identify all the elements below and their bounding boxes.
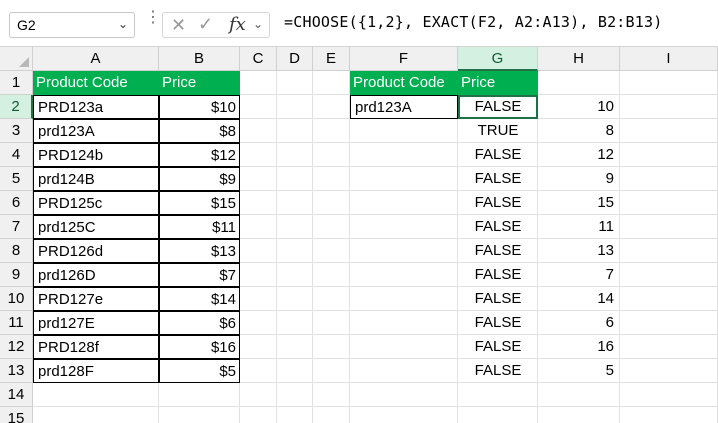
formula-input[interactable]: =CHOOSE({1,2}, EXACT(F2, A2:A13), B2:B13…: [284, 13, 662, 31]
exact-result-cell[interactable]: FALSE: [458, 215, 538, 239]
chevron-down-icon[interactable]: ⌄: [118, 17, 128, 31]
column-header-b[interactable]: B: [159, 47, 240, 71]
table-cell-price[interactable]: $8: [159, 119, 240, 143]
row-header-5[interactable]: 5: [0, 167, 33, 191]
table-cell-price[interactable]: $16: [159, 335, 240, 359]
lookup-header-price[interactable]: Price: [458, 71, 538, 95]
table-cell-product-code[interactable]: PRD125c: [33, 191, 159, 215]
price-result-cell[interactable]: 7: [538, 263, 620, 287]
chevron-down-icon[interactable]: ⌄: [253, 17, 263, 31]
row-header-9[interactable]: 9: [0, 263, 33, 287]
exact-result-cell[interactable]: FALSE: [458, 359, 538, 383]
table-cell-price[interactable]: $5: [159, 359, 240, 383]
exact-result-cell[interactable]: FALSE: [458, 143, 538, 167]
lookup-header-product-code[interactable]: Product Code: [350, 71, 458, 95]
row-header-4[interactable]: 4: [0, 143, 33, 167]
price-result-cell[interactable]: 16: [538, 335, 620, 359]
table-cell-product-code[interactable]: prd126D: [33, 263, 159, 287]
table-header-price[interactable]: Price: [159, 71, 240, 95]
price-result-cell[interactable]: 14: [538, 287, 620, 311]
column-header-e[interactable]: E: [313, 47, 350, 71]
column-header-d[interactable]: D: [277, 47, 313, 71]
exact-result-cell[interactable]: FALSE: [458, 191, 538, 215]
price-result-cell[interactable]: 12: [538, 143, 620, 167]
enter-check-icon[interactable]: ✓: [198, 14, 213, 35]
exact-result-cell[interactable]: FALSE: [458, 335, 538, 359]
row-header-8[interactable]: 8: [0, 239, 33, 263]
table-cell-product-code[interactable]: PRD123a: [33, 95, 159, 119]
price-result-cell[interactable]: 9: [538, 167, 620, 191]
table-cell-price[interactable]: $12: [159, 143, 240, 167]
table-cell-product-code[interactable]: PRD128f: [33, 335, 159, 359]
gridline-vertical: [276, 71, 277, 423]
more-options-icon[interactable]: ⋮: [145, 10, 161, 36]
select-all-icon: [19, 57, 29, 67]
exact-result-cell[interactable]: FALSE: [458, 311, 538, 335]
column-header-a[interactable]: A: [33, 47, 159, 71]
column-header-g[interactable]: G: [458, 47, 538, 71]
table-cell-product-code[interactable]: prd124B: [33, 167, 159, 191]
table-cell-price[interactable]: $13: [159, 239, 240, 263]
column-header-h[interactable]: H: [538, 47, 620, 71]
price-result-cell[interactable]: 5: [538, 359, 620, 383]
exact-result-cell[interactable]: FALSE: [458, 167, 538, 191]
column-header-f[interactable]: F: [350, 47, 458, 71]
name-box-value[interactable]: G2: [17, 17, 36, 33]
price-result-cell[interactable]: 15: [538, 191, 620, 215]
price-result-cell[interactable]: 6: [538, 311, 620, 335]
row-header-13[interactable]: 13: [0, 359, 33, 383]
row-header-15[interactable]: 15: [0, 407, 33, 423]
column-header-i[interactable]: I: [620, 47, 718, 71]
table-cell-price[interactable]: $6: [159, 311, 240, 335]
cancel-icon[interactable]: ✕: [171, 15, 186, 36]
gridline-vertical: [349, 71, 350, 423]
exact-result-cell[interactable]: FALSE: [458, 239, 538, 263]
table-cell-price[interactable]: $10: [159, 95, 240, 119]
table-cell-product-code[interactable]: prd123A: [33, 119, 159, 143]
table-cell-product-code[interactable]: PRD124b: [33, 143, 159, 167]
table-cell-price[interactable]: $14: [159, 287, 240, 311]
exact-result-cell[interactable]: FALSE: [458, 287, 538, 311]
table-cell-product-code[interactable]: prd127E: [33, 311, 159, 335]
price-result-cell[interactable]: 10: [538, 95, 620, 119]
exact-result-cell[interactable]: FALSE: [458, 263, 538, 287]
price-result-cell[interactable]: 8: [538, 119, 620, 143]
table-cell-product-code[interactable]: prd125C: [33, 215, 159, 239]
table-cell-price[interactable]: $7: [159, 263, 240, 287]
row-header-7[interactable]: 7: [0, 215, 33, 239]
table-cell-product-code[interactable]: PRD126d: [33, 239, 159, 263]
row-header-1[interactable]: 1: [0, 71, 33, 95]
row-header-14[interactable]: 14: [0, 383, 33, 407]
row-header-2[interactable]: 2: [0, 95, 33, 119]
formula-controls: ✕ ✓ fx ⌄: [162, 12, 270, 38]
insert-function-icon[interactable]: fx: [229, 14, 246, 35]
lookup-input-cell[interactable]: prd123A: [350, 95, 458, 119]
formula-bar-area: G2 ⌄ ⋮ ✕ ✓ fx ⌄ =CHOOSE({1,2}, EXACT(F2,…: [0, 0, 718, 46]
row-header-11[interactable]: 11: [0, 311, 33, 335]
exact-result-cell[interactable]: TRUE: [458, 119, 538, 143]
price-result-cell[interactable]: 13: [538, 239, 620, 263]
row-header-12[interactable]: 12: [0, 335, 33, 359]
column-header-c[interactable]: C: [240, 47, 277, 71]
name-box[interactable]: G2 ⌄: [9, 12, 135, 38]
select-all-corner[interactable]: [0, 47, 33, 71]
table-cell-price[interactable]: $11: [159, 215, 240, 239]
table-cell-price[interactable]: $15: [159, 191, 240, 215]
price-result-cell[interactable]: 11: [538, 215, 620, 239]
table-cell-price[interactable]: $9: [159, 167, 240, 191]
table-header-product-code[interactable]: Product Code: [33, 71, 159, 95]
table-cell-product-code[interactable]: prd128F: [33, 359, 159, 383]
row-header-10[interactable]: 10: [0, 287, 33, 311]
gridline-horizontal: [33, 406, 718, 407]
table-cell-product-code[interactable]: PRD127e: [33, 287, 159, 311]
row-header-3[interactable]: 3: [0, 119, 33, 143]
selected-cell-g2[interactable]: FALSE: [458, 95, 538, 119]
row-header-6[interactable]: 6: [0, 191, 33, 215]
spreadsheet-grid[interactable]: A B C D E F G H I 1 2 3 4 5 6 7 8 9 10 11 12 13 14 15 Product Co…: [0, 47, 718, 423]
gridline-vertical: [312, 71, 313, 423]
